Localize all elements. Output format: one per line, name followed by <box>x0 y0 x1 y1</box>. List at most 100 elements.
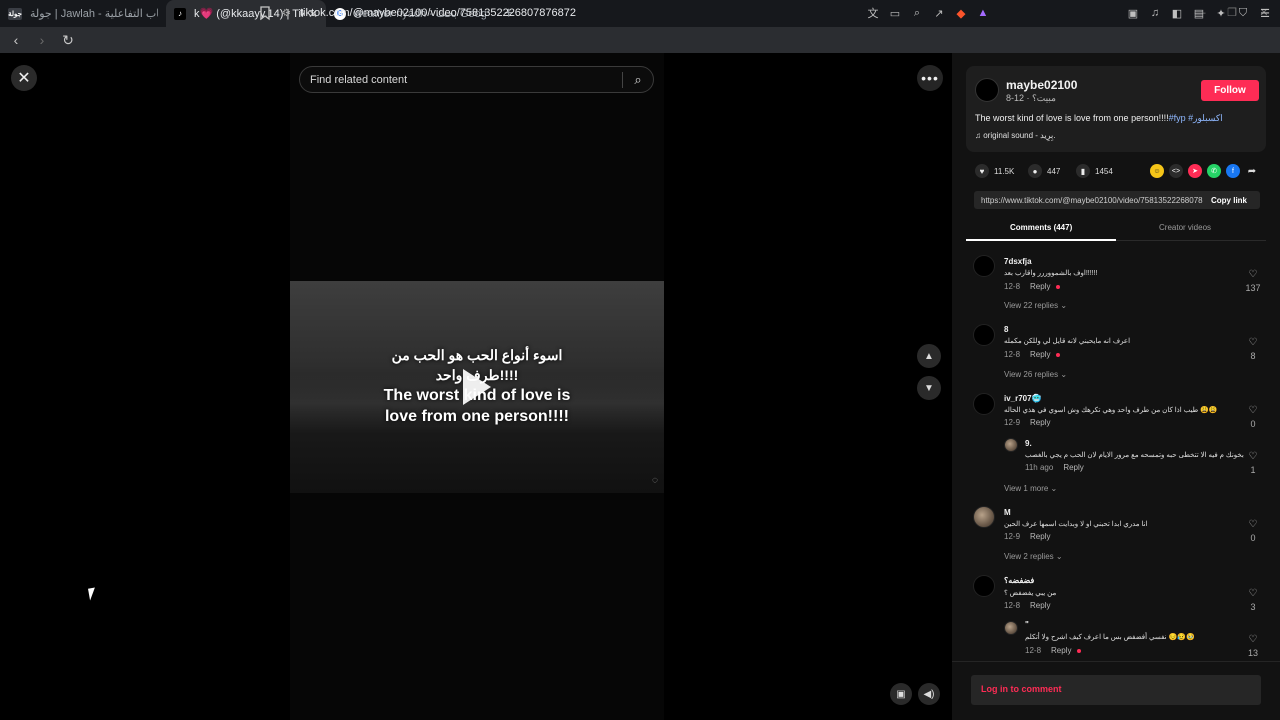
view-replies-button[interactable]: View 26 replies ⌄ <box>1004 370 1067 379</box>
bookmark-icon[interactable] <box>258 3 272 23</box>
comment-like-icon[interactable]: ♡ <box>1246 405 1260 416</box>
reader-icon[interactable]: ◧ <box>1168 4 1186 22</box>
comment-like-count: 3 <box>1250 602 1256 612</box>
comment-author[interactable]: M <box>1004 508 1011 517</box>
zoom-icon[interactable]: ⌕ <box>908 4 926 22</box>
details-panel <box>952 53 1280 720</box>
menu-icon[interactable]: ☰ <box>1256 4 1274 22</box>
reply-date: 12-8 <box>1025 646 1042 655</box>
facebook-icon[interactable]: f <box>1226 164 1240 178</box>
view-more-replies-button[interactable]: View 1 more ⌄ <box>1004 484 1057 493</box>
comment-meta: 12-8 Reply <box>1004 601 1050 610</box>
creator-avatar[interactable] <box>975 78 999 102</box>
related-search-input[interactable]: Find related content ⌕ <box>299 66 654 93</box>
comment-author[interactable]: فضفضه؟ <box>1004 576 1034 585</box>
vpn-icon[interactable]: ⛉ <box>1234 4 1252 22</box>
share-icon[interactable]: ↗ <box>930 4 948 22</box>
search-icon[interactable]: ⌕ <box>623 72 653 88</box>
comment-author[interactable]: 8 <box>1004 325 1008 334</box>
creator-subline: مبيت؟ · 12-8 <box>1006 93 1056 103</box>
reply-author[interactable]: " <box>1025 620 1029 629</box>
reload-icon[interactable]: ↻ <box>58 30 78 50</box>
floating-player-button[interactable]: ▣ <box>890 683 912 705</box>
reply-avatar[interactable] <box>1004 621 1018 635</box>
save-count: 1454 <box>1095 166 1113 176</box>
comment-avatar[interactable] <box>973 324 995 346</box>
share-arrow-icon[interactable]: ➦ <box>1245 164 1259 178</box>
like-stat[interactable]: ♥ 11.5K <box>975 164 1014 178</box>
reply-button[interactable]: Reply <box>1030 532 1050 541</box>
view-replies-button[interactable]: View 22 replies ⌄ <box>1004 301 1067 310</box>
leo-ai-icon[interactable]: ✦ <box>1212 4 1230 22</box>
back-icon[interactable]: ‹ <box>6 30 26 50</box>
comment-text: طيب اذا كان من طرف واحد وهي تكرهك وش اسو… <box>1004 407 1218 414</box>
reply-button[interactable]: Reply <box>1030 418 1050 427</box>
hashtags[interactable]: #fyp #اكسبلور <box>1169 113 1223 123</box>
reply-author[interactable]: 9. <box>1025 439 1032 448</box>
wallet-icon[interactable]: ▤ <box>1190 4 1208 22</box>
reply-button[interactable]: Reply <box>1051 646 1071 655</box>
send-to-friends-icon[interactable]: ➤ <box>1188 164 1202 178</box>
reply-like-icon[interactable]: ♡ <box>1246 634 1260 645</box>
follow-button[interactable]: Follow <box>1201 80 1259 101</box>
comment-like-icon[interactable]: ♡ <box>1246 519 1260 530</box>
save-stat[interactable]: ▮ 1454 <box>1076 164 1113 178</box>
comment-stat[interactable]: ● 447 <box>1028 164 1060 178</box>
brave-rewards-icon[interactable]: ▲ <box>974 4 992 22</box>
play-icon[interactable] <box>463 369 491 405</box>
sidebar-icon[interactable]: ▣ <box>1124 4 1142 22</box>
comment-author[interactable]: 7dsxfja <box>1004 257 1032 266</box>
comment-date: 12-9 <box>1004 532 1021 541</box>
sound-link[interactable]: ♫ original sound - بِرِيد. <box>975 131 1055 140</box>
more-options-button[interactable]: ••• <box>917 65 943 91</box>
close-video-button[interactable]: ✕ <box>11 65 37 91</box>
site-settings-icon[interactable]: ⚙ <box>282 8 300 19</box>
comment-avatar[interactable] <box>973 393 995 415</box>
reply-like-count: 1 <box>1250 465 1256 475</box>
comment-avatar[interactable] <box>973 255 995 277</box>
view-replies-button[interactable]: View 2 replies ⌄ <box>1004 552 1063 561</box>
copy-link-button[interactable]: Copy link <box>1211 196 1247 205</box>
tab-creator-videos[interactable]: Creator videos <box>1159 223 1211 232</box>
browser-tab-jawlah[interactable]: جولة جولة | Jawlah - منصة الألعاب التفاع… <box>0 0 166 27</box>
reply-like-count: 13 <box>1247 648 1258 658</box>
sound-name: original sound - بِرِيد. <box>983 131 1056 140</box>
address-bar-actions: 文 ▭ ⌕ ↗ ◆ ▲ <box>864 3 992 23</box>
volume-button[interactable]: ◀) <box>918 683 940 705</box>
reply-button[interactable]: Reply <box>1030 282 1050 291</box>
caption-arabic-1: اسوء أنواع الحب هو الحب من <box>391 347 563 363</box>
comment-count: 447 <box>1047 166 1061 176</box>
login-to-comment-link[interactable]: Log in to comment <box>981 684 1062 694</box>
creator-username[interactable]: maybe02100 <box>1006 78 1077 92</box>
comment-meta: 12-9 Reply <box>1004 532 1050 541</box>
embed-code-icon[interactable]: <> <box>1169 164 1183 178</box>
previous-video-button[interactable]: ▲ <box>917 344 941 368</box>
reply-button[interactable]: Reply <box>1063 463 1083 472</box>
toolbar-actions: ▣ ♫ ◧ ▤ ✦ ⛉ ☰ <box>1124 3 1274 23</box>
forward-icon[interactable]: › <box>32 30 52 50</box>
translate-icon[interactable]: 文 <box>864 4 882 22</box>
whatsapp-icon[interactable]: ✆ <box>1207 164 1221 178</box>
collab-icon[interactable]: ☺ <box>1150 164 1164 178</box>
reply-avatar[interactable] <box>1004 438 1018 452</box>
tiktok-favicon-icon: ♪ <box>174 7 186 20</box>
cast-icon[interactable]: ▭ <box>886 4 904 22</box>
reply-text: بخونك م فيه الا تتخطى حبه وتمسحه مع مرور… <box>1025 452 1244 459</box>
reply-button[interactable]: Reply <box>1030 601 1050 610</box>
comment-meta: 12-8 Reply <box>1004 282 1061 291</box>
comment-avatar[interactable] <box>973 506 995 528</box>
comment-like-icon[interactable]: ♡ <box>1246 588 1260 599</box>
like-count: 11.5K <box>994 166 1015 176</box>
brave-shields-icon[interactable]: ◆ <box>952 4 970 22</box>
comment-like-icon[interactable]: ♡ <box>1246 337 1260 348</box>
reply-button[interactable]: Reply <box>1030 350 1050 359</box>
tab-comments[interactable]: Comments (447) <box>1010 223 1072 232</box>
panel-tabs: Comments (447) Creator videos <box>966 219 1266 241</box>
reply-like-icon[interactable]: ♡ <box>1246 451 1260 462</box>
comment-avatar[interactable] <box>973 575 995 597</box>
next-video-button[interactable]: ▼ <box>917 376 941 400</box>
comment-like-icon[interactable]: ♡ <box>1246 269 1260 280</box>
comment-author[interactable]: iv_r707🥶 <box>1004 394 1042 403</box>
bookmark-save-icon: ▮ <box>1076 164 1090 178</box>
media-icon[interactable]: ♫ <box>1146 4 1164 22</box>
